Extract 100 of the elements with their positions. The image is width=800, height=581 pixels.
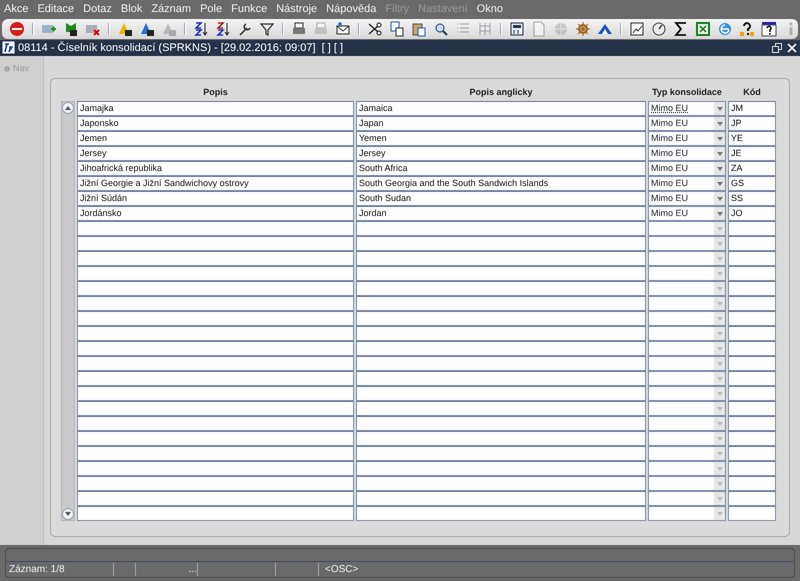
help-icon[interactable] — [738, 20, 756, 38]
text-field[interactable] — [728, 476, 776, 491]
text-field[interactable] — [77, 311, 354, 326]
text-field[interactable] — [77, 446, 354, 461]
text-field[interactable] — [728, 506, 776, 521]
text-field[interactable] — [77, 431, 354, 446]
text-field[interactable] — [728, 371, 776, 386]
scroll-up-icon[interactable] — [62, 102, 74, 114]
text-field[interactable] — [728, 266, 776, 281]
text-field[interactable]: Japonsko — [77, 116, 354, 131]
text-field[interactable] — [728, 341, 776, 356]
wheel-icon[interactable] — [574, 20, 592, 38]
text-field[interactable]: Jamajka — [77, 101, 354, 116]
text-field[interactable] — [728, 386, 776, 401]
text-field[interactable] — [356, 386, 646, 401]
text-field[interactable] — [356, 281, 646, 296]
text-field[interactable]: Jersey — [356, 146, 646, 161]
text-field[interactable] — [77, 371, 354, 386]
dropdown-field[interactable]: Mimo EU — [648, 146, 726, 161]
text-field[interactable] — [356, 296, 646, 311]
text-field[interactable] — [728, 491, 776, 506]
text-field[interactable]: JO — [728, 206, 776, 221]
dropdown-field[interactable]: Mimo EU — [648, 131, 726, 146]
cut-icon[interactable] — [366, 20, 384, 38]
scroll-down-icon[interactable] — [62, 508, 74, 520]
text-field[interactable] — [77, 416, 354, 431]
dropdown-field[interactable] — [648, 281, 726, 296]
gauge-icon[interactable] — [650, 20, 668, 38]
dropdown-field[interactable]: Mimo EU — [648, 116, 726, 131]
dropdown-field[interactable] — [648, 506, 726, 521]
chart-icon[interactable] — [628, 20, 646, 38]
menu-item[interactable]: Pole — [200, 2, 222, 16]
text-field[interactable] — [728, 356, 776, 371]
text-field[interactable]: YE — [728, 131, 776, 146]
dropdown-field[interactable] — [648, 476, 726, 491]
text-field[interactable] — [356, 506, 646, 521]
text-field[interactable] — [728, 281, 776, 296]
text-field[interactable]: GS — [728, 176, 776, 191]
text-field[interactable] — [77, 386, 354, 401]
text-field[interactable]: Jamaica — [356, 101, 646, 116]
menu-item[interactable]: Záznam — [151, 2, 192, 16]
text-field[interactable] — [728, 311, 776, 326]
dropdown-field[interactable] — [648, 416, 726, 431]
text-field[interactable] — [728, 446, 776, 461]
text-field[interactable] — [77, 341, 354, 356]
dropdown-field[interactable] — [648, 251, 726, 266]
text-field[interactable]: Jižní Georgie a Jižní Sandwichovy ostrovy — [77, 176, 354, 191]
dropdown-field[interactable] — [648, 371, 726, 386]
text-field[interactable] — [356, 341, 646, 356]
text-field[interactable]: JP — [728, 116, 776, 131]
text-field[interactable] — [77, 326, 354, 341]
text-field[interactable] — [728, 296, 776, 311]
dropdown-field[interactable] — [648, 311, 726, 326]
text-field[interactable] — [356, 446, 646, 461]
dropdown-field[interactable] — [648, 491, 726, 506]
text-field[interactable]: Jemen — [77, 131, 354, 146]
close-icon[interactable] — [786, 42, 798, 54]
text-field[interactable] — [356, 266, 646, 281]
text-field[interactable]: Japan — [356, 116, 646, 131]
dropdown-field[interactable]: Mimo EU — [648, 176, 726, 191]
text-field[interactable]: Jersey — [77, 146, 354, 161]
dropdown-field[interactable]: Mimo EU — [648, 206, 726, 221]
text-field[interactable] — [77, 476, 354, 491]
text-field[interactable]: Jordan — [356, 206, 646, 221]
text-field[interactable]: Jihoafrická republika — [77, 161, 354, 176]
dropdown-field[interactable] — [648, 266, 726, 281]
dropdown-field[interactable] — [648, 386, 726, 401]
text-field[interactable] — [77, 296, 354, 311]
text-field[interactable] — [356, 401, 646, 416]
text-field[interactable] — [728, 236, 776, 251]
text-field[interactable] — [356, 236, 646, 251]
text-field[interactable] — [77, 401, 354, 416]
text-field[interactable] — [77, 506, 354, 521]
restore-icon[interactable] — [771, 42, 783, 54]
copy-icon[interactable] — [388, 20, 406, 38]
text-field[interactable]: South Georgia and the South Sandwich Islands — [356, 176, 646, 191]
menu-item[interactable]: Akce — [4, 2, 28, 16]
text-field[interactable] — [728, 401, 776, 416]
menu-item[interactable]: Nápověda — [326, 2, 376, 16]
menu-item[interactable]: Nástroje — [276, 2, 318, 16]
dropdown-field[interactable] — [648, 341, 726, 356]
sort-ascending-icon[interactable] — [192, 20, 210, 38]
dropdown-field[interactable]: Mimo EU — [648, 191, 726, 206]
text-field[interactable] — [356, 356, 646, 371]
text-field[interactable]: ZA — [728, 161, 776, 176]
text-field[interactable] — [77, 281, 354, 296]
text-field[interactable] — [728, 461, 776, 476]
spreadsheet-icon[interactable] — [694, 20, 712, 38]
text-field[interactable] — [356, 221, 646, 236]
text-field[interactable]: Jordánsko — [77, 206, 354, 221]
text-field[interactable] — [356, 416, 646, 431]
text-field[interactable] — [728, 251, 776, 266]
help-icon[interactable] — [760, 20, 778, 38]
text-field[interactable] — [77, 251, 354, 266]
text-field[interactable] — [356, 371, 646, 386]
text-field[interactable] — [77, 266, 354, 281]
text-field[interactable] — [356, 491, 646, 506]
text-field[interactable] — [77, 491, 354, 506]
text-field[interactable] — [728, 431, 776, 446]
text-field[interactable] — [728, 326, 776, 341]
